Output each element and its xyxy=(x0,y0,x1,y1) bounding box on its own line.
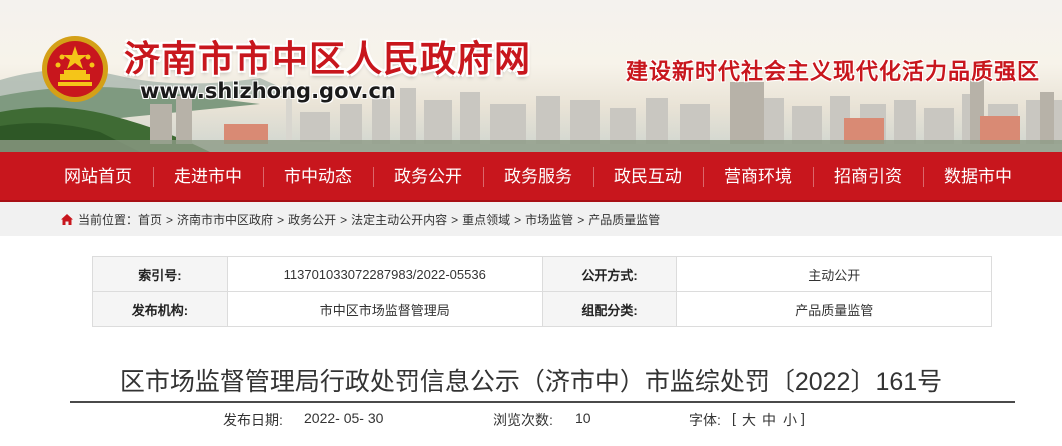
disclosure-mode-value: 主动公开 xyxy=(676,256,992,292)
document-info-table: 索引号: 113701033072287983/2022-05536 公开方式:… xyxy=(92,256,992,327)
breadcrumb-statutory-content[interactable]: 法定主动公开内容 xyxy=(351,211,447,228)
home-icon xyxy=(61,214,73,225)
nav-item-home[interactable]: 网站首页 xyxy=(43,152,153,202)
site-banner: 济南市市中区人民政府网 www.shizhong.gov.cn 建设新时代社会主… xyxy=(0,0,1062,152)
publish-date-label: 发布日期: xyxy=(223,412,283,428)
publisher-label: 发布机构: xyxy=(92,291,228,327)
font-size-bracket-open: [ xyxy=(732,410,736,426)
breadcrumb-separator: > xyxy=(166,212,174,227)
breadcrumb-separator: > xyxy=(277,212,285,227)
publish-date-value: 2022- 05- 30 xyxy=(304,410,384,426)
table-row: 索引号: 113701033072287983/2022-05536 公开方式:… xyxy=(92,256,992,292)
table-row: 发布机构: 市中区市场监督管理局 组配分类: 产品质量监管 xyxy=(92,291,992,327)
breadcrumb-product-quality[interactable]: 产品质量监管 xyxy=(588,211,660,228)
nav-item-about[interactable]: 走进市中 xyxy=(153,152,263,202)
breadcrumb-separator: > xyxy=(340,212,348,227)
index-number-value: 113701033072287983/2022-05536 xyxy=(226,256,543,292)
font-size-bracket-close: ] xyxy=(801,410,805,426)
view-count-label: 浏览次数: xyxy=(493,412,553,428)
national-emblem-icon xyxy=(42,36,108,102)
nav-item-business-env[interactable]: 营商环境 xyxy=(703,152,813,202)
breadcrumb-home[interactable]: 首页 xyxy=(138,211,162,228)
breadcrumb-separator: > xyxy=(451,212,459,227)
breadcrumb-separator: > xyxy=(514,212,522,227)
site-url[interactable]: www.shizhong.gov.cn xyxy=(140,79,396,103)
nav-item-gov-disclosure[interactable]: 政务公开 xyxy=(373,152,483,202)
nav-item-news[interactable]: 市中动态 xyxy=(263,152,373,202)
breadcrumb-bar: 当前位置： 首页 > 济南市市中区政府 > 政务公开 > 法定主动公开内容 > … xyxy=(0,202,1062,236)
nav-item-gov-services[interactable]: 政务服务 xyxy=(483,152,593,202)
article-title: 区市场监督管理局行政处罚信息公示（济市中）市监综处罚〔2022〕161号 xyxy=(119,368,943,396)
breadcrumb-separator: > xyxy=(577,212,585,227)
nav-item-data[interactable]: 数据市中 xyxy=(923,152,1033,202)
site-slogan: 建设新时代社会主义现代化活力品质强区 xyxy=(625,59,1040,84)
breadcrumb-prefix: 当前位置： xyxy=(78,213,139,227)
site-title[interactable]: 济南市市中区人民政府网 xyxy=(124,30,531,82)
publisher-value: 市中区市场监督管理局 xyxy=(226,291,543,327)
disclosure-mode-label: 公开方式: xyxy=(541,256,678,292)
font-size-medium-button[interactable]: 中 xyxy=(762,410,776,430)
breadcrumb-market-supervision[interactable]: 市场监管 xyxy=(525,211,573,228)
font-size-label: 字体: xyxy=(689,412,721,428)
index-number-label: 索引号: xyxy=(92,256,228,292)
breadcrumb-key-areas[interactable]: 重点领域 xyxy=(462,211,510,228)
font-size-large-button[interactable]: 大 xyxy=(742,410,756,430)
title-divider xyxy=(70,401,1015,403)
main-nav: 网站首页 走进市中 市中动态 政务公开 政务服务 政民互动 营商环境 招商引资 … xyxy=(0,152,1062,202)
breadcrumb-district-gov[interactable]: 济南市市中区政府 xyxy=(177,211,273,228)
breadcrumb: 当前位置： 首页 > 济南市市中区政府 > 政务公开 > 法定主动公开内容 > … xyxy=(60,211,660,228)
category-label: 组配分类: xyxy=(541,291,678,327)
category-value: 产品质量监管 xyxy=(676,291,992,327)
font-size-small-button[interactable]: 小 xyxy=(783,410,797,430)
nav-item-investment[interactable]: 招商引资 xyxy=(813,152,923,202)
nav-item-interaction[interactable]: 政民互动 xyxy=(593,152,703,202)
breadcrumb-gov-disclosure[interactable]: 政务公开 xyxy=(288,211,336,228)
view-count-value: 10 xyxy=(575,410,591,426)
